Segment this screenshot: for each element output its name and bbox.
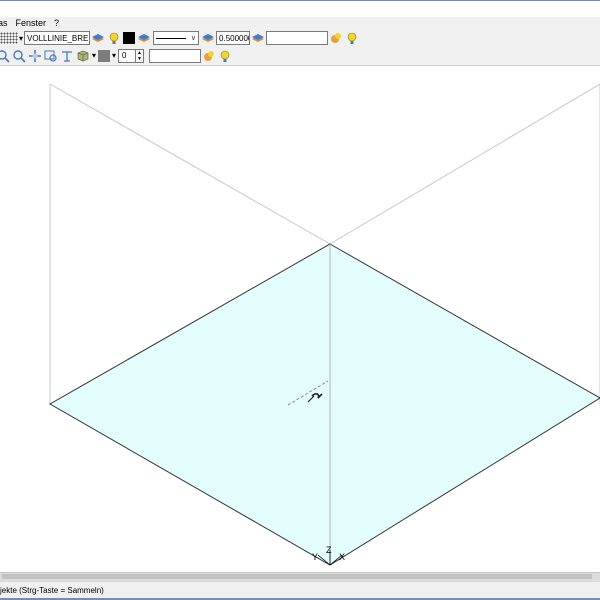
z-axis-label: Z xyxy=(326,545,332,555)
chevron-down-icon: ∨ xyxy=(190,35,197,42)
window-title-bar xyxy=(0,0,600,17)
gray-swatch-icon[interactable] xyxy=(98,49,111,62)
zoom-window-icon[interactable] xyxy=(44,49,58,63)
layer-manager-icon[interactable] xyxy=(202,49,216,63)
x-axis-label: X xyxy=(339,552,345,562)
dropdown-arrow-icon[interactable]: ▾ xyxy=(112,51,116,60)
pen-number-stepper[interactable]: 0 ▲ ▼ xyxy=(118,48,145,63)
redraw-icon[interactable] xyxy=(60,49,74,63)
layer-stack-icon[interactable] xyxy=(201,31,215,45)
lightbulb-icon[interactable] xyxy=(345,31,359,45)
back-right-edge xyxy=(329,83,600,245)
color-swatch-icon[interactable] xyxy=(123,32,136,44)
pan-icon[interactable] xyxy=(28,49,42,63)
stepper-buttons[interactable]: ▲ ▼ xyxy=(136,48,145,63)
layer-field[interactable] xyxy=(266,31,329,45)
pen-field[interactable] xyxy=(149,48,202,63)
pen-number-value[interactable]: 0 xyxy=(118,48,137,63)
zoom-icon[interactable] xyxy=(0,49,10,63)
layer-stack-icon[interactable] xyxy=(251,31,265,45)
floor-plane[interactable] xyxy=(48,243,600,566)
horizontal-scrollbar[interactable] xyxy=(0,572,600,581)
lightbulb-icon[interactable] xyxy=(107,31,121,45)
dropdown-arrow-icon[interactable]: ▾ xyxy=(92,51,96,60)
linestyle-field[interactable]: VOLLLINIE_BREIT xyxy=(24,31,91,45)
menu-item-fenster[interactable]: Fenster xyxy=(12,17,51,29)
line-width-field[interactable]: 0.500000 xyxy=(216,31,251,45)
status-bar: jekte (Strg-Taste = Sammeln) xyxy=(0,581,600,600)
menu-item-help[interactable]: ? xyxy=(50,17,63,29)
menu-item-extras[interactable]: as xyxy=(0,17,12,29)
back-left-edge xyxy=(49,83,331,245)
linetype-dropdown[interactable]: ∨ xyxy=(153,31,200,45)
layer-stack-icon[interactable] xyxy=(137,31,151,45)
grid-dots-icon[interactable] xyxy=(0,32,18,44)
view-toolbar: ▾ ▾ 0 ▲ ▼ xyxy=(0,46,600,66)
lightbulb-icon[interactable] xyxy=(218,49,232,63)
y-axis-label: Y xyxy=(312,552,318,562)
scrollbar-thumb[interactable] xyxy=(2,574,592,579)
layer-manager-icon[interactable] xyxy=(329,31,343,45)
menu-bar: as Fenster ? xyxy=(0,17,600,29)
drawing-canvas[interactable]: Y Z X xyxy=(0,66,600,572)
zoom-out-icon[interactable] xyxy=(12,49,26,63)
dropdown-arrow-icon[interactable]: ▾ xyxy=(19,34,23,43)
isometric-view: Y Z X xyxy=(48,83,600,566)
view-cube-icon[interactable] xyxy=(76,49,90,63)
layer-stack-icon[interactable] xyxy=(91,31,105,45)
